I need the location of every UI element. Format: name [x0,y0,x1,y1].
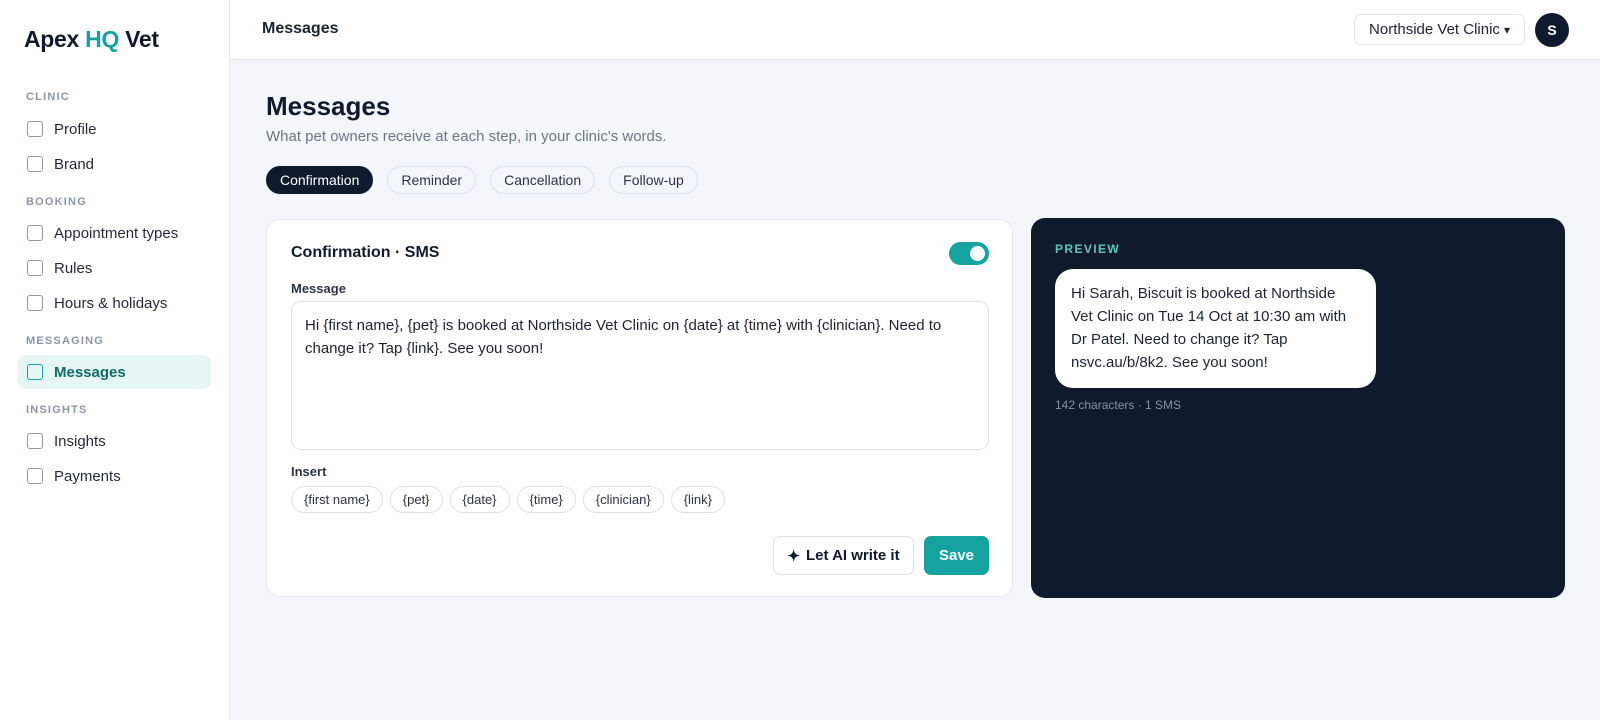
ai-write-label: Let AI write it [805,547,900,564]
checkbox-icon [27,121,43,137]
topbar-title: Messages [262,20,339,37]
clinic-select[interactable]: Northside Vet Clinic ▾ [1354,14,1525,45]
sms-preview-bubble: Hi Sarah, Biscuit is booked at Northside… [1055,269,1376,388]
token-date[interactable]: {date} [449,486,510,513]
sidebar-item-label: Profile [54,120,97,138]
sms-enabled-toggle[interactable] [949,242,989,265]
insert-token-list: {first name} {pet} {date} {time} {clinic… [291,486,725,513]
sidebar-item-label: Insights [54,432,106,450]
sidebar-item-appointment-types[interactable]: Appointment types [18,216,211,250]
ai-write-button[interactable]: ✦ Let AI write it [773,536,914,575]
sidebar: Apex HQ Vet CLINIC Profile Brand BOOKING… [0,0,230,720]
message-textarea[interactable]: Hi {first name}, {pet} is booked at Nort… [291,301,989,450]
page-subtitle: What pet owners receive at each step, in… [266,128,667,145]
token-first-name[interactable]: {first name} [291,486,383,513]
sidebar-item-label: Messages [54,363,126,381]
sidebar-item-insights[interactable]: Insights [18,424,211,458]
sidebar-item-label: Payments [54,467,121,485]
tab-follow-up[interactable]: Follow-up [609,166,698,194]
avatar[interactable]: S [1535,13,1569,47]
nav-section-messaging: MESSAGING [26,335,105,347]
logo-text-vet: Vet [125,26,159,52]
message-editor-card: Confirmation · SMS Message Hi {first nam… [266,219,1013,597]
sidebar-item-label: Appointment types [54,224,179,242]
token-clinician[interactable]: {clinician} [582,486,664,513]
sidebar-item-label: Rules [54,259,93,277]
sidebar-item-hours-holidays[interactable]: Hours & holidays [18,286,211,320]
nav-section-booking: BOOKING [26,196,87,208]
token-pet[interactable]: {pet} [389,486,443,513]
app-logo[interactable]: Apex HQ Vet [24,26,159,53]
nav-section-clinic: CLINIC [26,91,70,103]
sms-preview-panel: PREVIEW Hi Sarah, Biscuit is booked at N… [1031,218,1565,598]
toggle-knob [970,246,985,261]
message-label: Message [291,281,346,296]
logo-text-hq: HQ [85,26,120,52]
editor-title: Confirmation · SMS [291,244,440,261]
tab-cancellation[interactable]: Cancellation [490,166,596,194]
preview-label: PREVIEW [1055,242,1121,256]
clinic-select-value: Northside Vet Clinic [1369,21,1500,38]
message-tabs: Confirmation Reminder Cancellation Follo… [266,166,698,194]
sidebar-item-messages[interactable]: Messages [18,355,211,389]
nav-section-insights: INSIGHTS [26,404,88,416]
sidebar-item-brand[interactable]: Brand [18,147,211,181]
checkbox-icon [27,156,43,172]
token-link[interactable]: {link} [670,486,725,513]
sidebar-item-profile[interactable]: Profile [18,112,211,146]
tab-reminder[interactable]: Reminder [387,166,477,194]
checkbox-icon [27,295,43,311]
checkbox-icon [27,364,43,380]
sparkle-icon: ✦ [787,547,800,565]
logo-text-apex: Apex [24,26,80,52]
insert-label: Insert [291,464,327,479]
sidebar-item-label: Hours & holidays [54,294,168,312]
checkbox-icon [27,468,43,484]
tab-confirmation[interactable]: Confirmation [266,166,374,194]
checkbox-icon [27,260,43,276]
sidebar-item-payments[interactable]: Payments [18,459,211,493]
sidebar-item-rules[interactable]: Rules [18,251,211,285]
checkbox-icon [27,225,43,241]
preview-meta: 142 characters · 1 SMS [1055,398,1182,412]
caret-down-icon: ▾ [1503,22,1510,37]
sidebar-item-label: Brand [54,155,95,173]
checkbox-icon [27,433,43,449]
save-button[interactable]: Save [924,536,989,575]
topbar: Messages Northside Vet Clinic ▾ S [230,0,1600,60]
page-title: Messages [266,91,391,121]
token-time[interactable]: {time} [516,486,576,513]
